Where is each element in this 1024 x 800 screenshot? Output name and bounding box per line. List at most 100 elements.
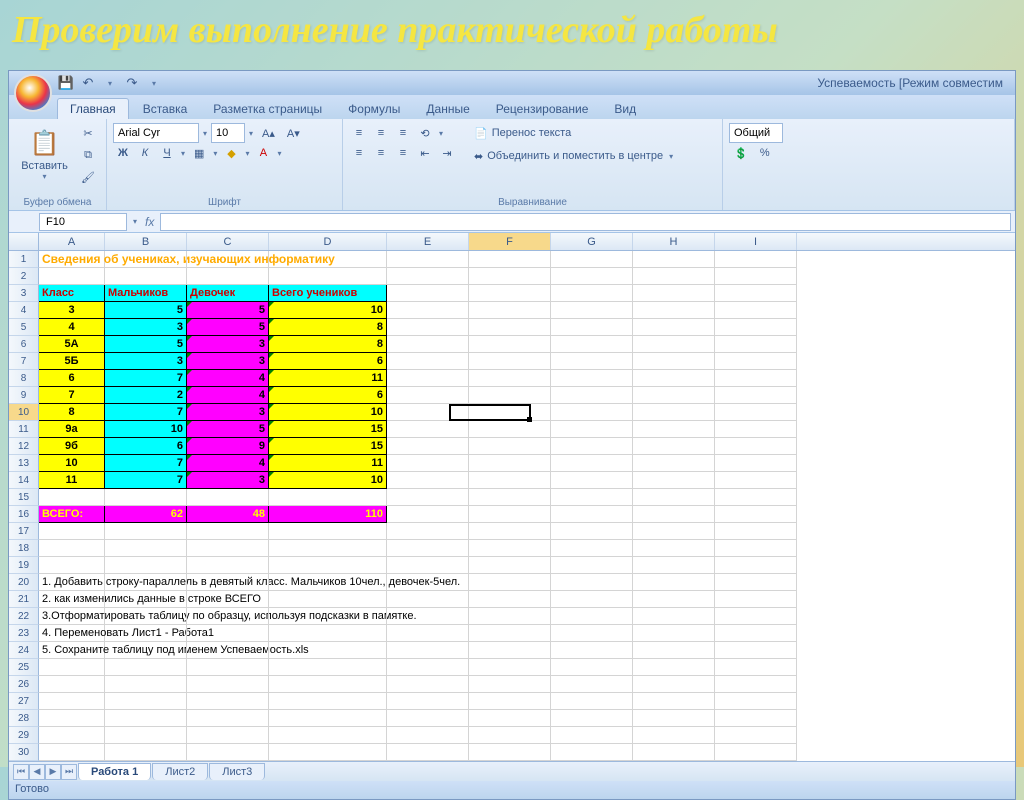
cell[interactable]: 5: [105, 302, 187, 319]
cell[interactable]: [187, 574, 269, 591]
cell[interactable]: Сведения об учениках, изучающих информат…: [39, 251, 105, 268]
cell[interactable]: Девочек: [187, 285, 269, 302]
cell[interactable]: [269, 710, 387, 727]
col-header[interactable]: I: [715, 233, 797, 250]
cell[interactable]: [715, 540, 797, 557]
cell[interactable]: 62: [105, 506, 187, 523]
cell[interactable]: [187, 676, 269, 693]
cell[interactable]: 6: [39, 370, 105, 387]
cell[interactable]: [551, 455, 633, 472]
cell[interactable]: [551, 659, 633, 676]
row-header[interactable]: 25: [9, 659, 39, 676]
cell[interactable]: [633, 421, 715, 438]
chevron-down-icon[interactable]: ▾: [275, 149, 283, 158]
cell[interactable]: [551, 438, 633, 455]
row-header[interactable]: 9: [9, 387, 39, 404]
cell[interactable]: [105, 608, 187, 625]
cell[interactable]: [387, 370, 469, 387]
row-header[interactable]: 6: [9, 336, 39, 353]
cell[interactable]: [715, 353, 797, 370]
undo-icon[interactable]: ↶: [79, 74, 97, 92]
cell[interactable]: [387, 642, 469, 659]
cell[interactable]: [269, 727, 387, 744]
cell[interactable]: [187, 727, 269, 744]
row-header[interactable]: 28: [9, 710, 39, 727]
cell[interactable]: [715, 523, 797, 540]
orientation-icon[interactable]: ⟲: [415, 123, 435, 143]
cell[interactable]: 10: [269, 404, 387, 421]
cell[interactable]: [633, 693, 715, 710]
cell[interactable]: [387, 438, 469, 455]
cell[interactable]: [469, 370, 551, 387]
cell[interactable]: [469, 438, 551, 455]
cell[interactable]: [469, 268, 551, 285]
cell[interactable]: [715, 251, 797, 268]
cell[interactable]: [469, 353, 551, 370]
cell[interactable]: 5: [187, 421, 269, 438]
cell[interactable]: 9а: [39, 421, 105, 438]
chevron-down-icon[interactable]: ▾: [131, 217, 139, 226]
cell[interactable]: [187, 642, 269, 659]
cell[interactable]: 3: [105, 319, 187, 336]
cell[interactable]: [387, 472, 469, 489]
cell[interactable]: [715, 557, 797, 574]
cell[interactable]: [633, 319, 715, 336]
cell[interactable]: [551, 540, 633, 557]
cell[interactable]: [551, 676, 633, 693]
row-header[interactable]: 21: [9, 591, 39, 608]
percent-icon[interactable]: %: [755, 143, 775, 163]
cell[interactable]: [633, 744, 715, 761]
cell[interactable]: [187, 268, 269, 285]
cell[interactable]: [105, 659, 187, 676]
cell[interactable]: [469, 387, 551, 404]
cell[interactable]: [39, 557, 105, 574]
cell[interactable]: [715, 285, 797, 302]
cell[interactable]: 11: [269, 370, 387, 387]
cell[interactable]: [269, 574, 387, 591]
cell[interactable]: [387, 744, 469, 761]
cell[interactable]: [387, 404, 469, 421]
cell[interactable]: 3: [187, 472, 269, 489]
cell[interactable]: [105, 540, 187, 557]
cell[interactable]: [715, 421, 797, 438]
chevron-down-icon[interactable]: ▾: [179, 149, 187, 158]
cell[interactable]: 3.Отформатировать таблицу по образцу, ис…: [39, 608, 105, 625]
cell[interactable]: [469, 251, 551, 268]
cell[interactable]: 10: [39, 455, 105, 472]
copy-icon[interactable]: ⧉: [76, 145, 100, 165]
cell[interactable]: [387, 489, 469, 506]
cell[interactable]: [633, 285, 715, 302]
cell[interactable]: [269, 676, 387, 693]
cell[interactable]: [387, 506, 469, 523]
cell[interactable]: [387, 608, 469, 625]
cell[interactable]: 6: [105, 438, 187, 455]
cell[interactable]: [387, 591, 469, 608]
cell[interactable]: [269, 744, 387, 761]
cell[interactable]: [551, 302, 633, 319]
row-header[interactable]: 7: [9, 353, 39, 370]
formula-bar[interactable]: [160, 213, 1011, 231]
cell[interactable]: [105, 625, 187, 642]
row-header[interactable]: 4: [9, 302, 39, 319]
cell[interactable]: 7: [39, 387, 105, 404]
cell[interactable]: [387, 285, 469, 302]
cell[interactable]: [187, 625, 269, 642]
cell[interactable]: 15: [269, 438, 387, 455]
cell[interactable]: [633, 438, 715, 455]
cell[interactable]: [633, 574, 715, 591]
cell[interactable]: 11: [269, 455, 387, 472]
cell[interactable]: [715, 625, 797, 642]
cell[interactable]: 10: [269, 302, 387, 319]
cell[interactable]: Всего учеников: [269, 285, 387, 302]
cell[interactable]: [551, 489, 633, 506]
cell[interactable]: [551, 472, 633, 489]
cell[interactable]: [633, 540, 715, 557]
cell[interactable]: [187, 540, 269, 557]
tab-formulas[interactable]: Формулы: [336, 99, 412, 119]
cell[interactable]: [551, 625, 633, 642]
cell[interactable]: [469, 642, 551, 659]
cell[interactable]: [551, 693, 633, 710]
cell[interactable]: [715, 710, 797, 727]
align-bottom-icon[interactable]: ≡: [393, 123, 413, 143]
cell[interactable]: 110: [269, 506, 387, 523]
